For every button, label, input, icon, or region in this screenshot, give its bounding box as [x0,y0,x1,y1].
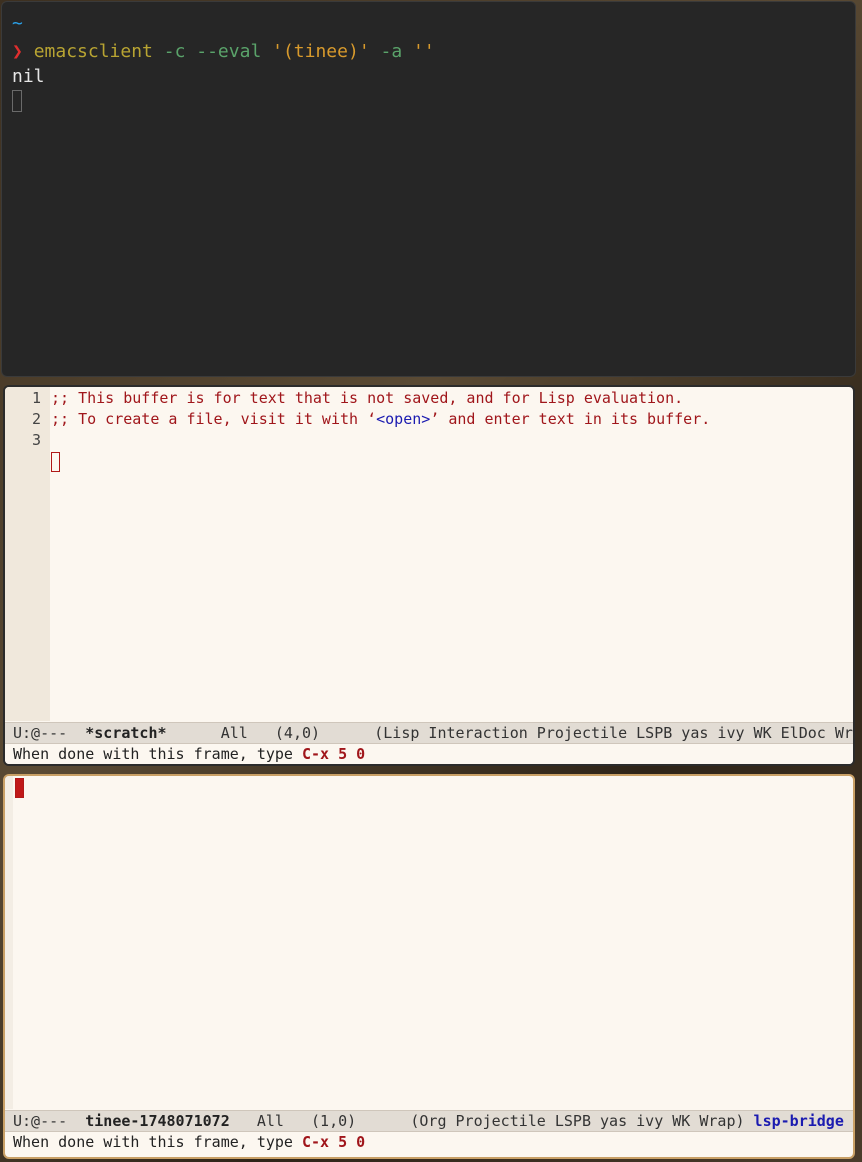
echo-area: When done with this frame, type C-x 5 0 [5,744,853,764]
terminal-cursor[interactable] [12,90,22,112]
lsp-bridge-indicator[interactable]: lsp-bridge [754,1112,844,1130]
buffer-position: All [220,724,248,742]
left-fringe [5,776,13,1109]
text-cursor[interactable] [51,452,60,472]
terminal-cwd: ~ [12,13,23,34]
keybinding: C-x 5 0 [301,1133,366,1151]
comment-text: ’ and enter text in its buffer. [430,410,711,428]
terminal-output: nil [12,66,45,87]
line-column: (1,0) [311,1112,357,1130]
command-arg: '' [413,41,435,62]
prompt-arrow-icon: ❯ [12,41,23,62]
open-link[interactable]: <open> [376,410,430,428]
echo-area: When done with this frame, type C-x 5 0 [5,1132,853,1153]
line-column: (4,0) [274,724,321,742]
text-cursor[interactable] [15,778,24,798]
echo-message: When done with this frame, type [13,1133,302,1151]
command-arg: -a [369,41,414,62]
terminal-window[interactable]: ~ ❯ emacsclient -c --eval '(tinee)' -a '… [1,1,856,377]
mode-line[interactable]: U:@--- tinee-1748071072 All (1,0) (Org P… [5,1110,853,1132]
buffer-position: All [256,1112,284,1130]
command-name: emacsclient [33,41,153,62]
buffer-status: U:@--- [13,724,68,742]
emacs-frame-scratch[interactable]: 1 2 3 ;; This buffer is for text that is… [3,385,855,766]
buffer-name[interactable]: *scratch* [85,724,166,742]
command-arg: '(tinee)' [272,41,370,62]
keybinding: C-x 5 0 [301,745,366,763]
code-line[interactable]: ;; This buffer is for text that is not s… [51,388,683,409]
mode-line[interactable]: U:@--- *scratch* All (4,0) (Lisp Interac… [5,722,853,744]
code-line[interactable]: ;; To create a file, visit it with ‘<ope… [51,409,710,430]
buffer-status: U:@--- [13,1112,68,1130]
comment-text: ;; To create a file, visit it with ‘ [51,410,377,428]
line-number: 3 [31,431,41,449]
line-number: 2 [31,410,41,428]
major-minor-modes[interactable]: (Org Projectile LSPB yas ivy WK Wrap) [410,1112,744,1130]
major-minor-modes[interactable]: (Lisp Interaction Projectile LSPB yas iv… [374,724,853,742]
buffer-name[interactable]: tinee-1748071072 [85,1112,230,1130]
echo-message: When done with this frame, type [13,745,302,763]
command-arg: -c --eval [152,41,273,62]
terminal-command-line: ❯ emacsclient -c --eval '(tinee)' -a '' [12,41,435,63]
emacs-frame-tinee[interactable]: U:@--- tinee-1748071072 All (1,0) (Org P… [3,774,855,1159]
line-number: 1 [31,389,41,407]
